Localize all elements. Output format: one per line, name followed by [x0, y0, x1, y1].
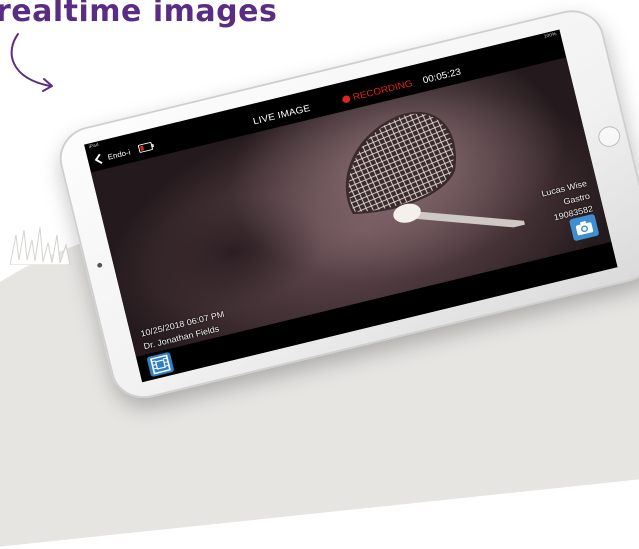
app-screen: iPad 100% Endo-i LIVE IMAGE RECORDING 00… [84, 29, 618, 383]
chevron-left-icon[interactable] [93, 153, 104, 166]
ipad-tablet: iPad 100% Endo-i LIVE IMAGE RECORDING 00… [53, 3, 639, 406]
film-strip-icon [149, 354, 171, 375]
home-button[interactable] [596, 124, 623, 150]
record-dot-icon [341, 94, 352, 104]
front-camera [96, 262, 103, 269]
gallery-button[interactable] [146, 351, 175, 378]
device-name: Endo-i [106, 147, 132, 162]
battery-low-icon [137, 142, 154, 153]
